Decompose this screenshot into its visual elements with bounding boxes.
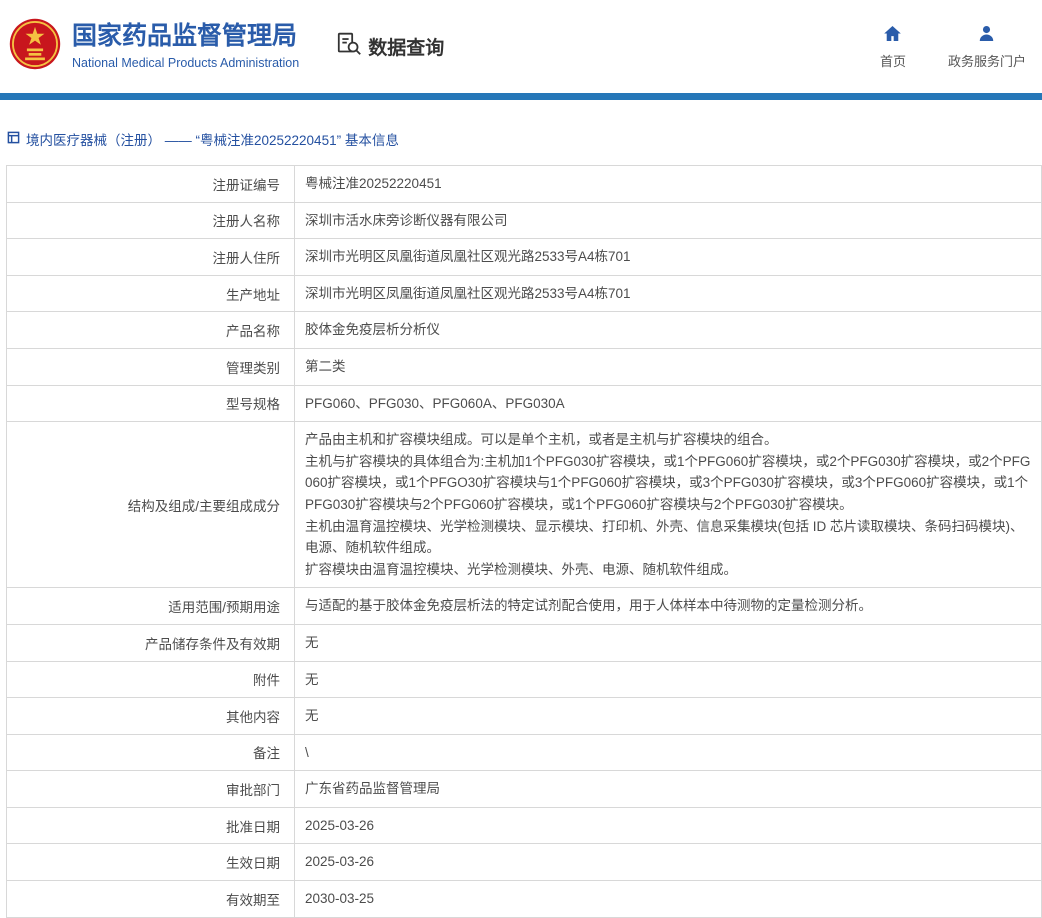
row-value: 无 [295,698,1042,735]
nav-home-label: 首页 [880,51,906,70]
row-label: 附件 [7,661,295,698]
breadcrumb: 境内医疗器械（注册） —— “粤械注准20252220451” 基本信息 [7,129,1042,149]
row-label: 生效日期 [7,844,295,881]
data-query-icon [337,31,362,62]
row-label: 适用范围/预期用途 [7,588,295,625]
table-row: 其他内容无 [7,698,1042,735]
row-label: 注册证编号 [7,166,295,203]
table-row: 注册人名称深圳市活水床旁诊断仪器有限公司 [7,202,1042,239]
row-value: 第二类 [295,348,1042,385]
row-value: PFG060、PFG030、PFG060A、PFG030A [295,385,1042,422]
table-row: 结构及组成/主要组成成分产品由主机和扩容模块组成。可以是单个主机，或者是主机与扩… [7,422,1042,588]
document-icon [7,131,20,147]
table-row: 备注\ [7,734,1042,771]
row-label: 结构及组成/主要组成成分 [7,422,295,588]
data-query-label: 数据查询 [368,33,444,60]
row-value: 广东省药品监督管理局 [295,771,1042,808]
row-label: 生产地址 [7,275,295,312]
table-row: 有效期至2030-03-25 [7,881,1042,918]
row-value: 无 [295,661,1042,698]
row-value: 深圳市光明区凤凰街道凤凰社区观光路2533号A4栋701 [295,275,1042,312]
table-row: 型号规格PFG060、PFG030、PFG060A、PFG030A [7,385,1042,422]
table-row: 附件无 [7,661,1042,698]
row-label: 管理类别 [7,348,295,385]
header-divider-bar [0,93,1042,100]
row-value: 2025-03-26 [295,807,1042,844]
site-header: 国家药品监督管理局 National Medical Products Admi… [0,0,1042,93]
nav-gov-portal[interactable]: 政务服务门户 [948,24,1026,70]
page-title: 境内医疗器械（注册） —— “粤械注准20252220451” 基本信息 [26,129,399,149]
user-icon [977,24,996,46]
row-label: 批准日期 [7,807,295,844]
row-value: 无 [295,624,1042,661]
row-value: 2025-03-26 [295,844,1042,881]
table-row: 注册人住所深圳市光明区凤凰街道凤凰社区观光路2533号A4栋701 [7,239,1042,276]
data-query-section[interactable]: 数据查询 [337,31,444,62]
row-value: \ [295,734,1042,771]
nav-gov-portal-label: 政务服务门户 [948,51,1026,70]
row-value: 产品由主机和扩容模块组成。可以是单个主机，或者是主机与扩容模块的组合。 主机与扩… [295,422,1042,588]
row-label: 型号规格 [7,385,295,422]
registration-info-table: 注册证编号粤械注准20252220451注册人名称深圳市活水床旁诊断仪器有限公司… [6,165,1042,918]
table-row: 生效日期2025-03-26 [7,844,1042,881]
nav-home[interactable]: 首页 [880,24,906,70]
row-value: 深圳市活水床旁诊断仪器有限公司 [295,202,1042,239]
table-row: 审批部门广东省药品监督管理局 [7,771,1042,808]
table-row: 注册证编号粤械注准20252220451 [7,166,1042,203]
home-icon [883,24,902,46]
row-label: 产品名称 [7,312,295,349]
row-value: 2030-03-25 [295,881,1042,918]
row-value: 粤械注准20252220451 [295,166,1042,203]
table-row: 生产地址深圳市光明区凤凰街道凤凰社区观光路2533号A4栋701 [7,275,1042,312]
row-value: 与适配的基于胶体金免疫层析法的特定试剂配合使用，用于人体样本中待测物的定量检测分… [295,588,1042,625]
table-row: 适用范围/预期用途与适配的基于胶体金免疫层析法的特定试剂配合使用，用于人体样本中… [7,588,1042,625]
row-label: 审批部门 [7,771,295,808]
row-label: 产品储存条件及有效期 [7,624,295,661]
nmpa-logo-link[interactable]: 国家药品监督管理局 National Medical Products Admi… [8,15,299,78]
row-label: 其他内容 [7,698,295,735]
table-row: 产品储存条件及有效期无 [7,624,1042,661]
table-row: 产品名称胶体金免疫层析分析仪 [7,312,1042,349]
org-names: 国家药品监督管理局 National Medical Products Admi… [72,23,299,70]
row-value: 胶体金免疫层析分析仪 [295,312,1042,349]
org-title-en: National Medical Products Administration [72,56,299,70]
national-emblem-logo-icon [8,15,62,78]
top-nav: 首页 政务服务门户 [880,24,1032,70]
row-label: 有效期至 [7,881,295,918]
org-title-cn: 国家药品监督管理局 [72,23,299,51]
row-label: 注册人住所 [7,239,295,276]
table-row: 批准日期2025-03-26 [7,807,1042,844]
row-label: 注册人名称 [7,202,295,239]
table-row: 管理类别第二类 [7,348,1042,385]
row-value: 深圳市光明区凤凰街道凤凰社区观光路2533号A4栋701 [295,239,1042,276]
row-label: 备注 [7,734,295,771]
